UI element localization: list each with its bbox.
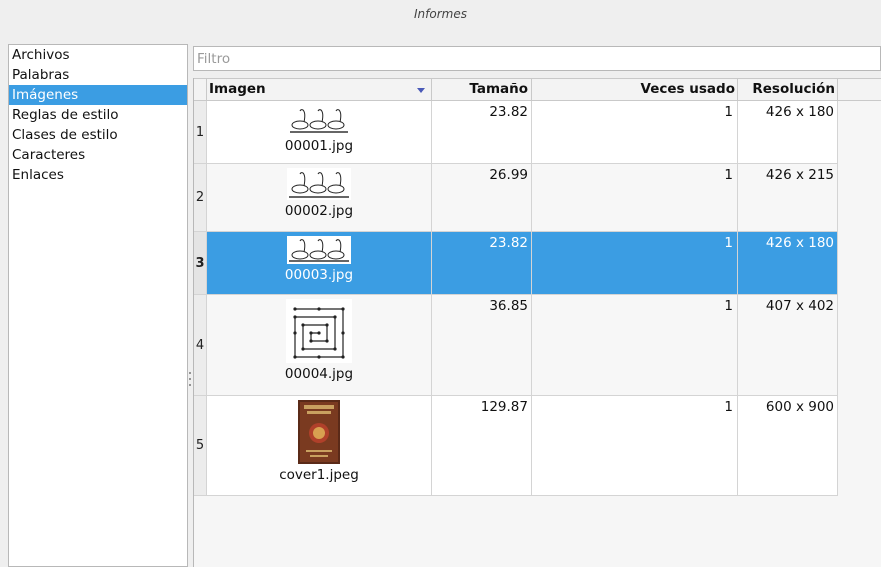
row-number: 1 (194, 101, 207, 163)
column-header-size[interactable]: Tamaño (KB) (432, 79, 532, 118)
sidebar-item-palabras[interactable]: Palabras (9, 65, 187, 85)
sidebar-item-caracteres[interactable]: Caracteres (9, 145, 187, 165)
image-cell: 00002.jpg (207, 164, 432, 231)
image-filename: 00004.jpg (284, 366, 354, 382)
size-cell: 23.82 (432, 101, 532, 163)
image-filename: cover1.jpeg (279, 467, 359, 483)
sidebar-item-imagenes[interactable]: Imágenes (9, 85, 187, 105)
resolution-cell: 426 x 215 (738, 164, 838, 231)
book-cover-icon (298, 400, 340, 464)
resolution-cell: 426 x 180 (738, 101, 838, 163)
column-header-image-label: Imagen (209, 81, 266, 97)
table-row-selected[interactable]: 3 00003.jpg 23.82 1 426 x 180 (194, 232, 838, 295)
table-corner (194, 79, 207, 100)
resolution-cell: 600 x 900 (738, 396, 838, 495)
image-cell: 00004.jpg (207, 295, 432, 395)
column-header-resolution[interactable]: Resolución (738, 79, 838, 100)
table-row[interactable]: 4 00004.jpg 36.85 1 407 x 402 (194, 295, 838, 396)
resolution-cell: 426 x 180 (738, 232, 838, 294)
sort-descending-icon (417, 88, 425, 93)
sidebar-item-reglas-de-estilo[interactable]: Reglas de estilo (9, 105, 187, 125)
splitter-handle[interactable] (188, 372, 192, 398)
geese-icon (287, 236, 351, 264)
filter-input[interactable] (193, 46, 881, 71)
uses-cell: 1 (532, 396, 738, 495)
sidebar-item-clases-de-estilo[interactable]: Clases de estilo (9, 125, 187, 145)
uses-cell: 1 (532, 295, 738, 395)
uses-cell: 1 (532, 232, 738, 294)
image-cell: 00001.jpg (207, 101, 432, 163)
image-filename: 00001.jpg (284, 138, 354, 154)
images-table: Imagen Tamaño (KB) Veces usado Resolució… (193, 78, 881, 567)
column-header-uses[interactable]: Veces usado (532, 79, 738, 100)
size-cell: 23.82 (432, 232, 532, 294)
row-number: 5 (194, 396, 207, 495)
geese-icon (287, 168, 351, 200)
uses-cell: 1 (532, 101, 738, 163)
table-row[interactable]: 5 cover1.jpeg 129.87 1 600 x 900 (194, 396, 838, 496)
table-row[interactable]: 1 00001.jpg 23.82 1 426 x 180 (194, 101, 838, 164)
image-filename: 00003.jpg (284, 267, 354, 283)
image-filename: 00002.jpg (284, 203, 354, 219)
size-cell: 129.87 (432, 396, 532, 495)
table-row[interactable]: 2 00002.jpg 26.99 1 426 x 215 (194, 164, 838, 232)
report-category-list: Archivos Palabras Imágenes Reglas de est… (8, 44, 188, 567)
size-cell: 26.99 (432, 164, 532, 231)
size-cell: 36.85 (432, 295, 532, 395)
sidebar-item-archivos[interactable]: Archivos (9, 45, 187, 65)
row-number: 4 (194, 295, 207, 395)
image-cell: 00003.jpg (207, 232, 432, 294)
image-cell: cover1.jpeg (207, 396, 432, 495)
uses-cell: 1 (532, 164, 738, 231)
column-header-image[interactable]: Imagen (207, 79, 432, 100)
sidebar-item-enlaces[interactable]: Enlaces (9, 165, 187, 185)
table-header: Imagen Tamaño (KB) Veces usado Resolució… (194, 78, 881, 118)
window-title: Informes (0, 0, 881, 32)
geese-icon (288, 105, 350, 135)
row-number: 3 (194, 232, 207, 294)
resolution-cell: 407 x 402 (738, 295, 838, 395)
spiral-grid-icon (286, 299, 352, 363)
row-number: 2 (194, 164, 207, 231)
